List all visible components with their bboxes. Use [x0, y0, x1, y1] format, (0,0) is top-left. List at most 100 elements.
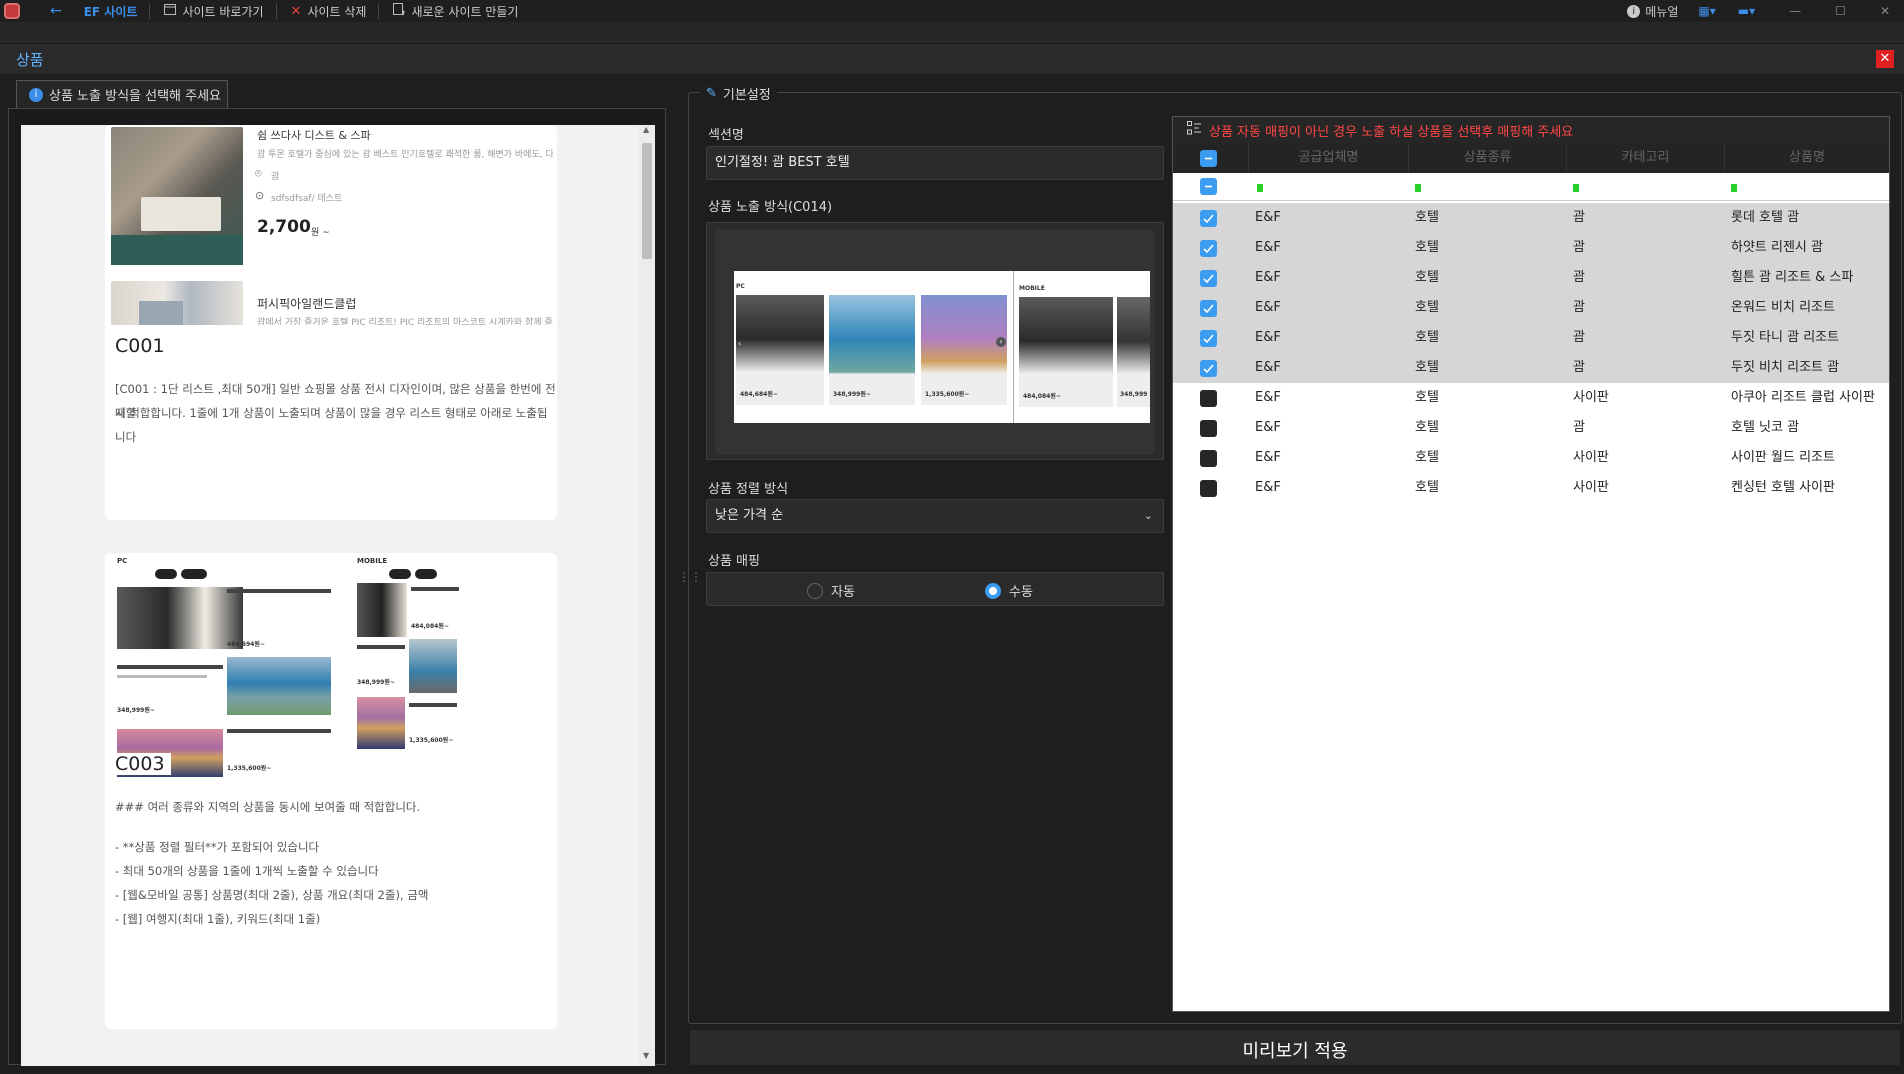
table-row[interactable]: E&F 호텔 사이판 사이판 월드 리조트 [1173, 443, 1889, 473]
cell-name: 사이판 월드 리조트 [1731, 450, 1835, 465]
scroll-down-icon[interactable]: ▼ [643, 1051, 649, 1060]
table-row[interactable]: E&F 호텔 괌 두짓 비치 리조트 괌 [1173, 353, 1889, 383]
filter-type-icon[interactable] [1415, 184, 1421, 192]
table-notice-bar: 상품 자동 매핑이 아닌 경우 노출 하실 상품을 선택후 매핑해 주세요 [1173, 117, 1889, 143]
dialog-close-button[interactable]: ✕ [1876, 50, 1894, 68]
carousel-next-icon[interactable]: › [996, 337, 1006, 347]
app-toolbar: ← EF 사이트 사이트 바로가기 ✕ 사이트 삭제 새로운 사이트 만들기 i… [0, 0, 1904, 22]
template-list-scroll[interactable]: 쉼 쓰다사 디스트 & 스파 괌 투몬 호텔가 중심에 있는 괌 베스트 인기호… [21, 125, 655, 1066]
table-row[interactable]: E&F 호텔 사이판 켄싱턴 호텔 사이판 [1173, 473, 1889, 503]
window-close-icon[interactable]: ✕ [1880, 4, 1890, 18]
price-unit: 원 ~ [311, 228, 330, 238]
filter-category-icon[interactable] [1573, 184, 1579, 192]
row-checkbox[interactable] [1200, 390, 1217, 407]
minimize-icon[interactable]: — [1789, 4, 1801, 18]
row-checkbox[interactable] [1200, 240, 1217, 257]
cell-type: 호텔 [1415, 240, 1439, 255]
cell-type: 호텔 [1415, 210, 1439, 225]
table-row[interactable]: E&F 호텔 괌 하얏트 리젠시 괌 [1173, 233, 1889, 263]
preview-canvas: PC ‹ › 484,684원~ 348,999원~ 1,335,600원~ M… [734, 271, 1150, 423]
row-checkbox[interactable] [1200, 270, 1217, 287]
preview-price: 1,335,600원~ [409, 737, 454, 744]
template-desc-line: - 최대 50개의 상품을 1줄에 1개씩 노출할 수 있습니다 [115, 864, 379, 878]
maximize-icon[interactable]: ☐ [1835, 4, 1846, 18]
cell-vendor: E&F [1255, 300, 1281, 315]
column-header-category[interactable]: 카테고리 [1567, 143, 1725, 173]
cell-name: 힐튼 괌 리조트 & 스파 [1731, 270, 1854, 285]
mapping-auto-label: 자동 [831, 585, 855, 600]
display-type-preview[interactable]: PC ‹ › 484,684원~ 348,999원~ 1,335,600원~ M… [706, 222, 1164, 460]
select-all-checkbox[interactable] [1200, 150, 1217, 167]
row-checkbox[interactable] [1200, 330, 1217, 347]
column-header-type[interactable]: 상품종류 [1409, 143, 1567, 173]
hotel-thumbnail [111, 127, 243, 265]
template-card-c001[interactable]: 쉼 쓰다사 디스트 & 스파 괌 투몬 호텔가 중심에 있는 괌 베스트 인기호… [105, 125, 557, 520]
table-row[interactable]: E&F 호텔 괌 온워드 비치 리조트 [1173, 293, 1889, 323]
column-header-vendor[interactable]: 공급업체명 [1249, 143, 1409, 173]
cell-vendor: E&F [1255, 420, 1281, 435]
cell-type: 호텔 [1415, 450, 1439, 465]
filter-vendor-icon[interactable] [1257, 184, 1263, 192]
row-checkbox[interactable] [1200, 450, 1217, 467]
row-checkbox[interactable] [1200, 420, 1217, 437]
table-row[interactable]: E&F 호텔 괌 롯데 호텔 괌 [1173, 203, 1889, 233]
site-brand[interactable]: EF 사이트 [84, 3, 138, 20]
preview-price: 348,999원~ [833, 391, 871, 398]
row-checkbox[interactable] [1200, 480, 1217, 497]
product-mapping-table: 상품 자동 매핑이 아닌 경우 노출 하실 상품을 선택후 매핑해 주세요 공급… [1172, 116, 1890, 1012]
filter-name-icon[interactable] [1731, 184, 1737, 192]
preview-price: 348,999원~ [357, 679, 395, 686]
scroll-up-icon[interactable]: ▲ [643, 125, 649, 134]
template-select-tab[interactable]: i 상품 노출 방식을 선택해 주세요 [16, 80, 228, 108]
preview-price: 484,084원~ [1023, 393, 1061, 400]
new-site-button[interactable]: 새로운 사이트 만들기 [393, 3, 518, 20]
site-shortcut-label: 사이트 바로가기 [182, 4, 264, 19]
table-row[interactable]: E&F 호텔 괌 두짓 타니 괌 리조트 [1173, 323, 1889, 353]
pc-label: PC [117, 557, 128, 565]
theme-icon[interactable]: ▬▾ [1738, 4, 1755, 18]
product-name: 쉼 쓰다사 디스트 & 스파 [257, 129, 371, 142]
filter-pill [389, 569, 411, 579]
cell-name: 하얏트 리젠시 괌 [1731, 240, 1823, 255]
cell-vendor: E&F [1255, 360, 1281, 375]
cell-category: 괌 [1573, 300, 1585, 315]
row-checkbox[interactable] [1200, 360, 1217, 377]
table-row[interactable]: E&F 호텔 괌 호텔 닛코 괌 [1173, 413, 1889, 443]
template-desc-line: - [웹&모바일 공통] 상품명(최대 2줄), 상품 개요(최대 2줄), 금… [115, 888, 429, 902]
scrollbar-thumb[interactable] [642, 143, 652, 259]
cell-vendor: E&F [1255, 270, 1281, 285]
back-arrow-icon[interactable]: ← [50, 3, 62, 19]
table-row[interactable]: E&F 호텔 사이판 아쿠아 리조트 클럽 사이판 [1173, 383, 1889, 413]
column-select-icon[interactable] [1187, 121, 1201, 139]
cell-vendor: E&F [1255, 390, 1281, 405]
mapping-radio-group: 자동 수동 [706, 572, 1164, 606]
template-card-c003[interactable]: PC 484,694원~ 348,999원~ 1,335,600원~ MOBIL… [105, 553, 557, 1029]
preview-price: 348,999원~ [117, 707, 155, 714]
table-filter-row [1173, 173, 1889, 201]
preview-text-line [227, 589, 331, 593]
row-checkbox[interactable] [1200, 210, 1217, 227]
product-desc: 괌에서 가장 즐거운 호텔 PIC 리조트! PIC 리조트의 마스코트 시계카… [257, 318, 553, 325]
preview-frame: PC ‹ › 484,684원~ 348,999원~ 1,335,600원~ M… [715, 229, 1155, 455]
filter-select-checkbox[interactable] [1200, 178, 1217, 195]
product-name: 퍼시픽아일랜드클럽 [257, 297, 357, 311]
apply-preview-button[interactable]: 미리보기 적용 [690, 1030, 1900, 1065]
cell-category: 괌 [1573, 240, 1585, 255]
manual-link[interactable]: 메뉴얼 [1645, 3, 1678, 20]
template-list-scrollbar[interactable]: ▲ ▼ [639, 125, 655, 1066]
carousel-prev-icon[interactable]: ‹ [738, 339, 741, 348]
table-row[interactable]: E&F 호텔 괌 힐튼 괌 리조트 & 스파 [1173, 263, 1889, 293]
template-code: C001 [115, 335, 165, 357]
preview-thumbnail [227, 657, 331, 715]
cell-name: 호텔 닛코 괌 [1731, 420, 1800, 435]
mapping-auto-radio[interactable]: 자동 [807, 581, 855, 600]
mapping-manual-radio[interactable]: 수동 [985, 581, 1033, 600]
tab-strip [0, 22, 1904, 42]
sort-method-select[interactable]: 낮은 가격 순 ⌄ [706, 499, 1164, 533]
site-delete-button[interactable]: ✕ 사이트 삭제 [291, 3, 367, 20]
layout-grid-icon[interactable]: ▦▾ [1698, 4, 1715, 18]
section-name-input[interactable]: 인기절정! 괌 BEST 호텔 [706, 146, 1164, 180]
site-shortcut-button[interactable]: 사이트 바로가기 [164, 3, 264, 20]
column-header-product-name[interactable]: 상품명 [1725, 143, 1889, 173]
row-checkbox[interactable] [1200, 300, 1217, 317]
